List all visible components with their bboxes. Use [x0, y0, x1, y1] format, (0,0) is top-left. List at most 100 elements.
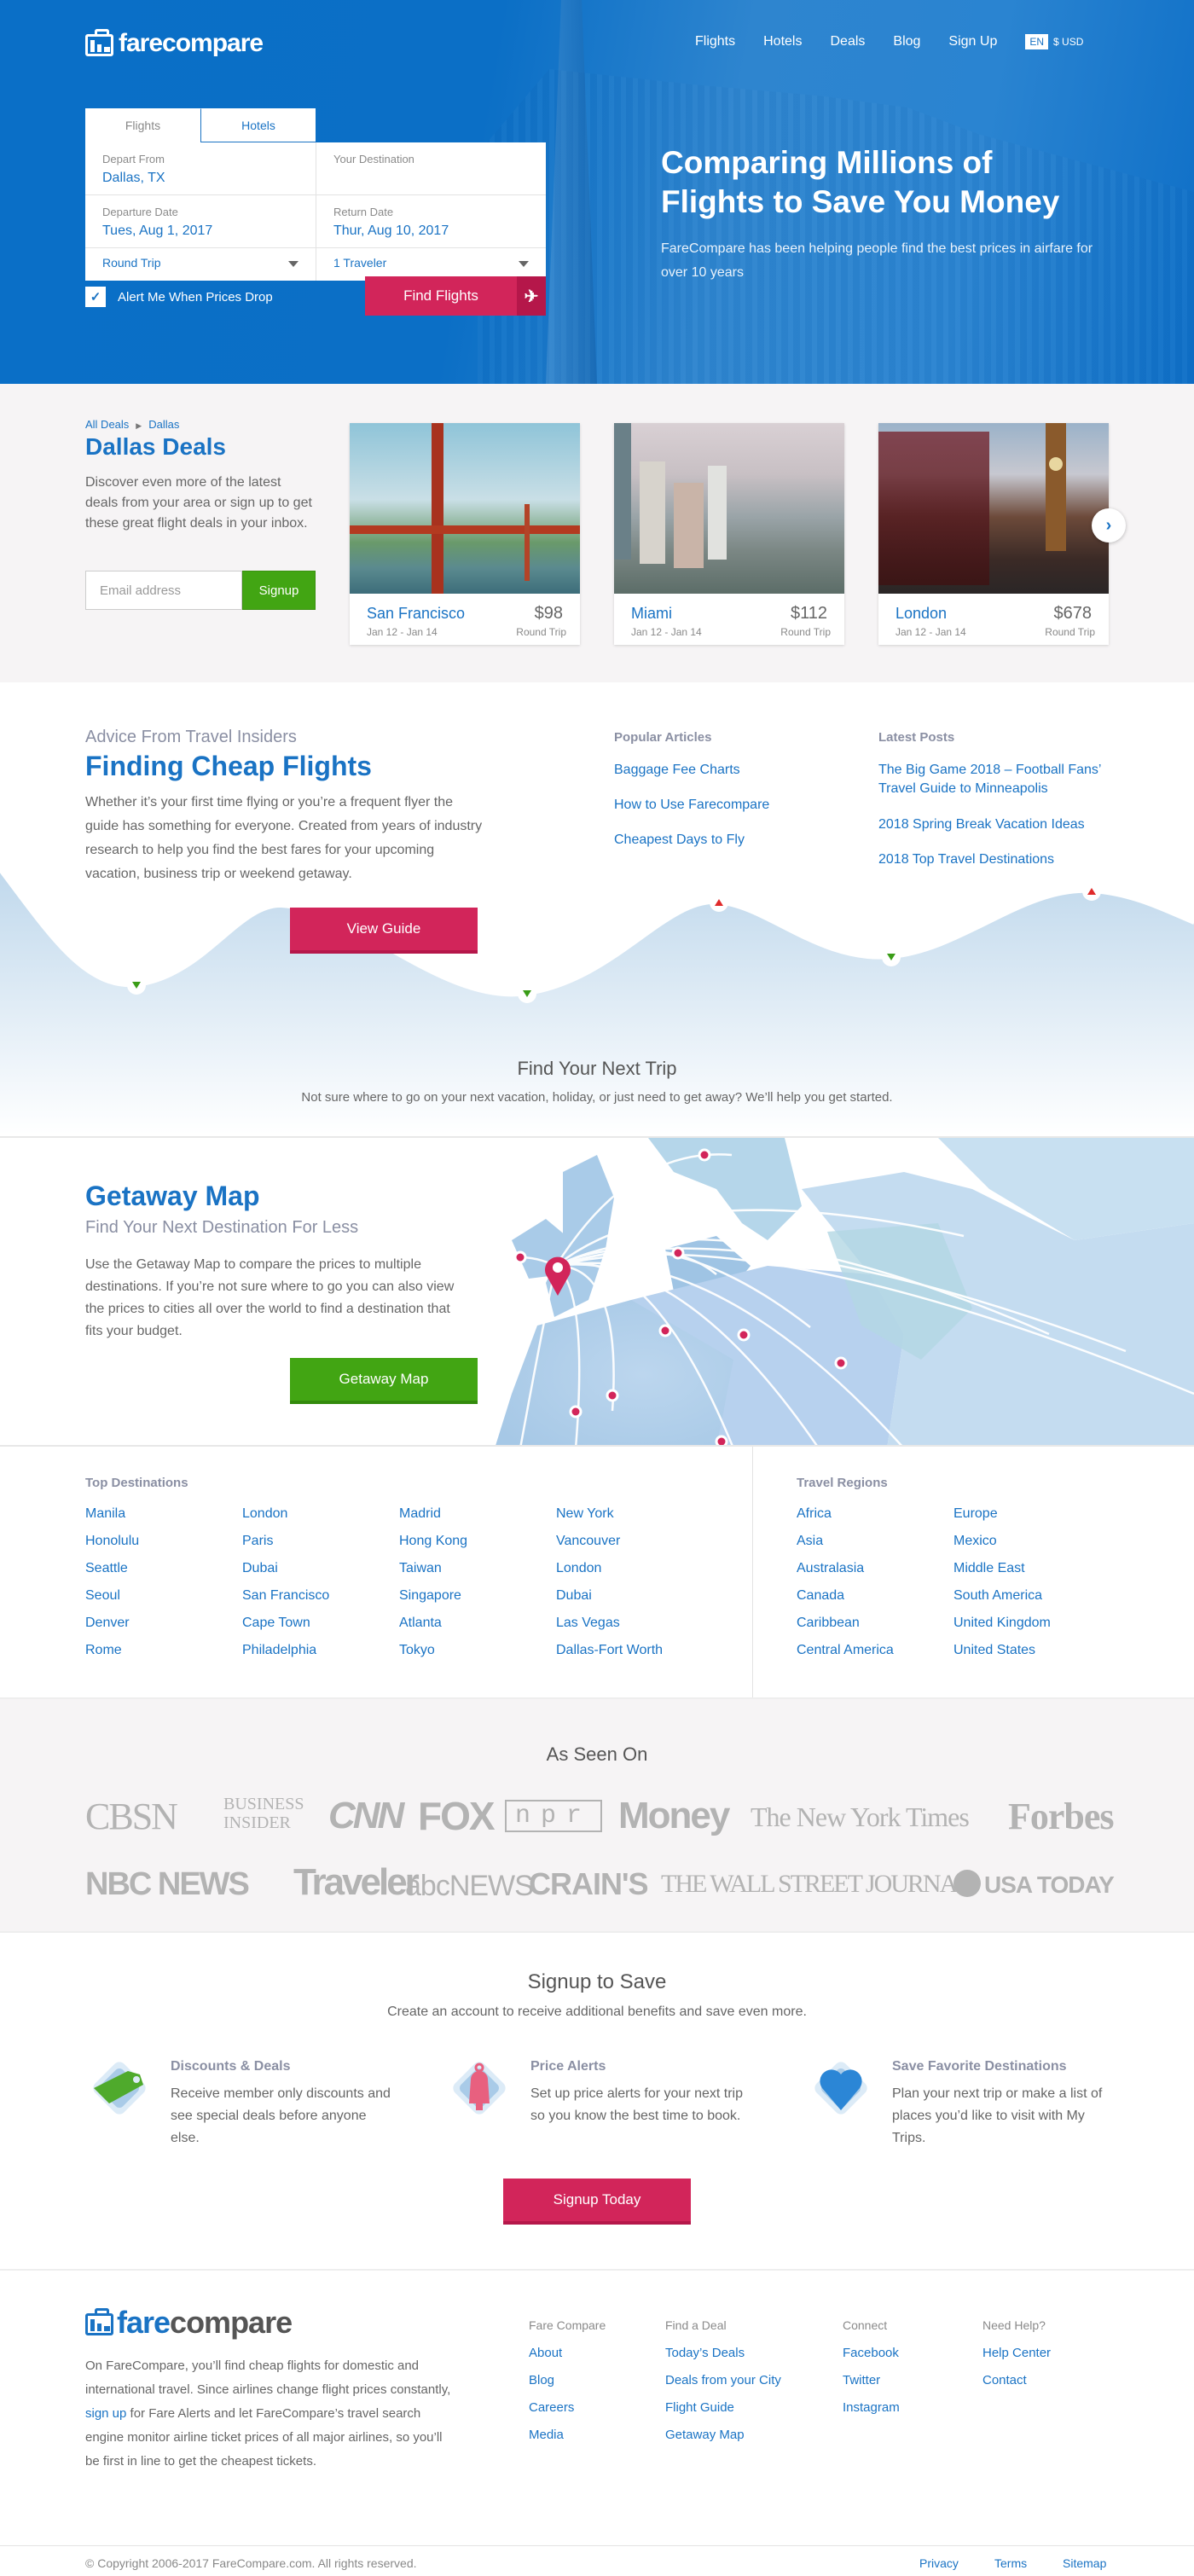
footer-link[interactable]: Deals from your City — [665, 2373, 781, 2387]
region-link[interactable]: South America — [953, 1588, 1042, 1604]
trip-type-select[interactable]: Round Trip — [85, 248, 316, 281]
currency-selector[interactable]: $ USD — [1053, 36, 1083, 48]
nav-flights[interactable]: Flights — [695, 34, 735, 49]
destination-link[interactable]: Singapore — [399, 1588, 461, 1604]
return-date-value[interactable]: Thur, Aug 10, 2017 — [333, 223, 529, 239]
region-link[interactable]: Asia — [797, 1534, 823, 1549]
latest-post-link[interactable]: 2018 Top Travel Destinations — [878, 850, 1054, 869]
find-flights-button[interactable]: Find Flights ✈ — [365, 276, 546, 316]
destination-link[interactable]: Atlanta — [399, 1616, 442, 1631]
destination-link[interactable]: San Francisco — [242, 1588, 329, 1604]
destination-link[interactable]: Madrid — [399, 1506, 441, 1522]
destination-link[interactable]: Vancouver — [556, 1534, 620, 1549]
destination-link[interactable]: London — [242, 1506, 287, 1522]
map-destination-dot[interactable] — [834, 1356, 848, 1370]
depart-from-field[interactable]: Depart From Dallas, TX — [85, 142, 316, 194]
destination-link[interactable]: Tokyo — [399, 1643, 435, 1658]
terms-link[interactable]: Terms — [994, 2556, 1027, 2570]
region-link[interactable]: United States — [953, 1643, 1035, 1658]
deal-card[interactable]: Miami Jan 12 - Jan 14 $112 Round Trip — [614, 423, 844, 645]
destination-link[interactable]: Seattle — [85, 1561, 128, 1576]
footer-link[interactable]: Careers — [529, 2400, 574, 2415]
map-destination-dot[interactable] — [715, 1435, 728, 1447]
logo[interactable]: farecompare — [85, 29, 264, 58]
map-destination-dot[interactable] — [658, 1324, 672, 1337]
map-destination-dot[interactable] — [513, 1250, 527, 1264]
map-destination-dot[interactable] — [737, 1328, 751, 1342]
map-destination-dot[interactable] — [671, 1246, 685, 1260]
footer-link[interactable]: Instagram — [843, 2400, 900, 2415]
region-link[interactable]: Europe — [953, 1506, 998, 1522]
region-link[interactable]: Australasia — [797, 1561, 864, 1576]
nav-hotels[interactable]: Hotels — [763, 34, 802, 49]
europe-route-map[interactable] — [461, 1138, 1194, 1447]
email-input[interactable]: Email address — [85, 571, 242, 610]
latest-post-link[interactable]: The Big Game 2018 – Football Fans’ Trave… — [878, 761, 1126, 798]
footer-link[interactable]: About — [529, 2346, 562, 2360]
map-destination-dot[interactable] — [698, 1148, 711, 1162]
tab-flights[interactable]: Flights — [85, 108, 200, 142]
popular-article-link[interactable]: Baggage Fee Charts — [614, 761, 740, 780]
footer-link[interactable]: Contact — [982, 2373, 1027, 2387]
destination-link[interactable]: Taiwan — [399, 1561, 442, 1576]
nav-sign-up[interactable]: Sign Up — [948, 34, 997, 49]
destination-link[interactable]: Denver — [85, 1616, 130, 1631]
sitemap-link[interactable]: Sitemap — [1063, 2556, 1106, 2570]
footer-link[interactable]: Twitter — [843, 2373, 880, 2387]
destination-link[interactable]: Rome — [85, 1643, 122, 1658]
depart-from-value[interactable]: Dallas, TX — [102, 171, 298, 186]
map-destination-dot[interactable] — [569, 1405, 583, 1419]
footer-logo[interactable]: fare compare — [85, 2305, 293, 2341]
region-link[interactable]: Central America — [797, 1643, 894, 1658]
footer-sign-up-link[interactable]: sign up — [85, 2406, 126, 2421]
return-date-field[interactable]: Return Date Thur, Aug 10, 2017 — [316, 195, 546, 247]
region-link[interactable]: Middle East — [953, 1561, 1025, 1576]
latest-post-link[interactable]: 2018 Spring Break Vacation Ideas — [878, 815, 1085, 834]
popular-article-link[interactable]: How to Use Farecompare — [614, 796, 769, 815]
getaway-map-button[interactable]: Getaway Map — [290, 1358, 478, 1404]
destination-link[interactable]: Dubai — [556, 1588, 592, 1604]
tab-hotels[interactable]: Hotels — [200, 108, 316, 142]
destination-link[interactable]: Seoul — [85, 1588, 120, 1604]
destination-link[interactable]: Hong Kong — [399, 1534, 467, 1549]
destination-link[interactable]: New York — [556, 1506, 614, 1522]
deal-card[interactable]: London Jan 12 - Jan 14 $678 Round Trip — [878, 423, 1109, 645]
footer-link[interactable]: Flight Guide — [665, 2400, 734, 2415]
breadcrumb-dallas[interactable]: Dallas — [148, 418, 179, 431]
region-link[interactable]: Caribbean — [797, 1616, 860, 1631]
view-guide-button[interactable]: View Guide — [290, 908, 478, 954]
destination-link[interactable]: Paris — [242, 1534, 273, 1549]
privacy-link[interactable]: Privacy — [919, 2556, 959, 2570]
destination-link[interactable]: Cape Town — [242, 1616, 310, 1631]
destination-field[interactable]: Your Destination — [316, 142, 546, 194]
destination-link[interactable]: Las Vegas — [556, 1616, 620, 1631]
destination-link[interactable]: Manila — [85, 1506, 125, 1522]
price-alert-checkbox[interactable]: ✓ — [85, 287, 106, 307]
footer-link[interactable]: Today’s Deals — [665, 2346, 745, 2360]
deal-card[interactable]: San Francisco Jan 12 - Jan 14 $98 Round … — [350, 423, 580, 645]
destination-link[interactable]: Dallas-Fort Worth — [556, 1643, 663, 1658]
footer-link[interactable]: Help Center — [982, 2346, 1051, 2360]
region-link[interactable]: United Kingdom — [953, 1616, 1051, 1631]
language-selector[interactable]: EN — [1025, 34, 1049, 49]
destination-link[interactable]: Honolulu — [85, 1534, 139, 1549]
signup-button[interactable]: Signup — [242, 571, 316, 610]
signup-today-button[interactable]: Signup Today — [503, 2179, 691, 2225]
nav-blog[interactable]: Blog — [893, 34, 920, 49]
region-link[interactable]: Canada — [797, 1588, 844, 1604]
footer-link[interactable]: Blog — [529, 2373, 554, 2387]
destination-link[interactable]: Dubai — [242, 1561, 278, 1576]
destination-link[interactable]: Philadelphia — [242, 1643, 316, 1658]
destination-link[interactable]: London — [556, 1561, 601, 1576]
departure-date-value[interactable]: Tues, Aug 1, 2017 — [102, 223, 298, 239]
departure-date-field[interactable]: Departure Date Tues, Aug 1, 2017 — [85, 195, 316, 247]
popular-article-link[interactable]: Cheapest Days to Fly — [614, 831, 745, 850]
region-link[interactable]: Africa — [797, 1506, 832, 1522]
region-link[interactable]: Mexico — [953, 1534, 997, 1549]
footer-link[interactable]: Getaway Map — [665, 2428, 745, 2442]
map-destination-dot[interactable] — [606, 1389, 619, 1402]
footer-link[interactable]: Facebook — [843, 2346, 899, 2360]
nav-deals[interactable]: Deals — [830, 34, 865, 49]
price-alert-label[interactable]: Alert Me When Prices Drop — [118, 290, 273, 305]
breadcrumb-all-deals[interactable]: All Deals — [85, 418, 129, 431]
